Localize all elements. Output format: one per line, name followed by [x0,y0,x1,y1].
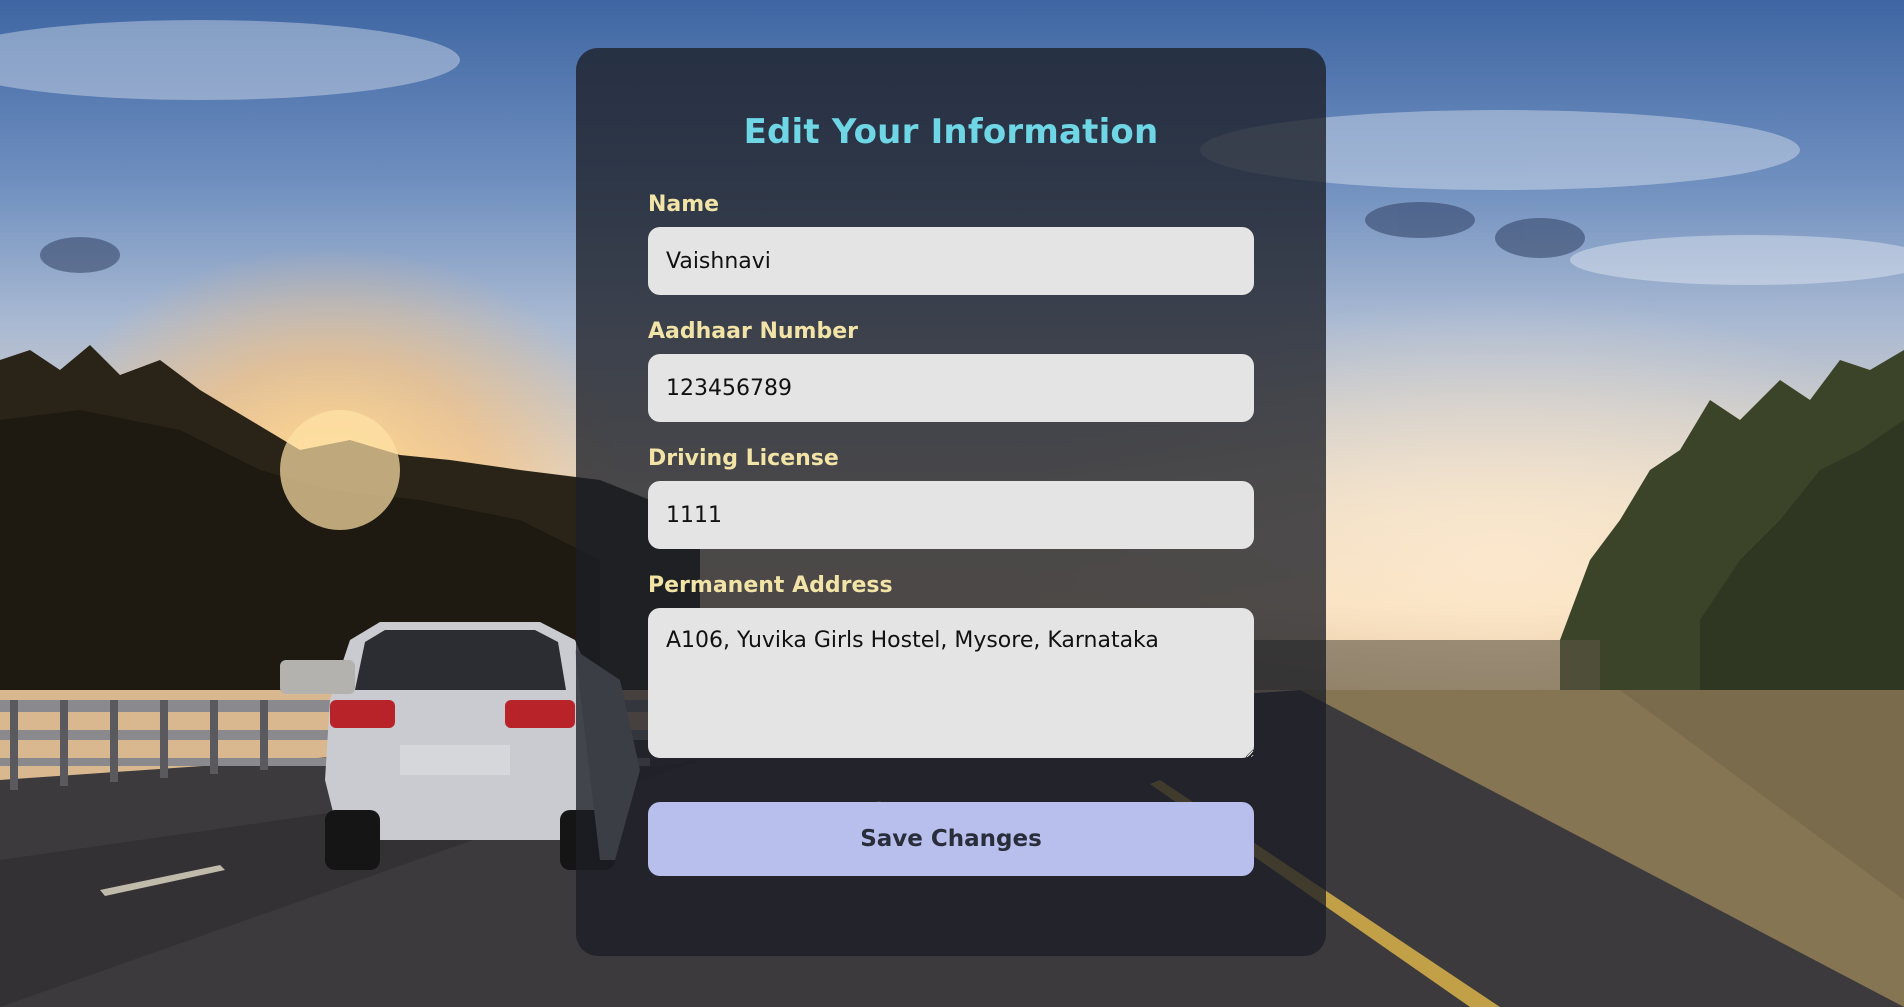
aadhaar-field-group: Aadhaar Number [648,319,1254,422]
address-label: Permanent Address [648,573,893,598]
license-field-group: Driving License [648,446,1254,549]
license-label: Driving License [648,446,839,471]
edit-info-card: Edit Your Information Name Aadhaar Numbe… [576,48,1326,956]
address-field-group: Permanent Address A106, Yuvika Girls Hos… [648,573,1254,758]
save-changes-button[interactable]: Save Changes [648,802,1254,876]
form-title: Edit Your Information [743,112,1159,152]
aadhaar-input[interactable] [648,354,1254,422]
address-textarea[interactable]: A106, Yuvika Girls Hostel, Mysore, Karna… [648,608,1254,758]
aadhaar-label: Aadhaar Number [648,319,858,344]
name-input[interactable] [648,227,1254,295]
name-label: Name [648,192,720,217]
license-input[interactable] [648,481,1254,549]
name-field-group: Name [648,192,1254,295]
